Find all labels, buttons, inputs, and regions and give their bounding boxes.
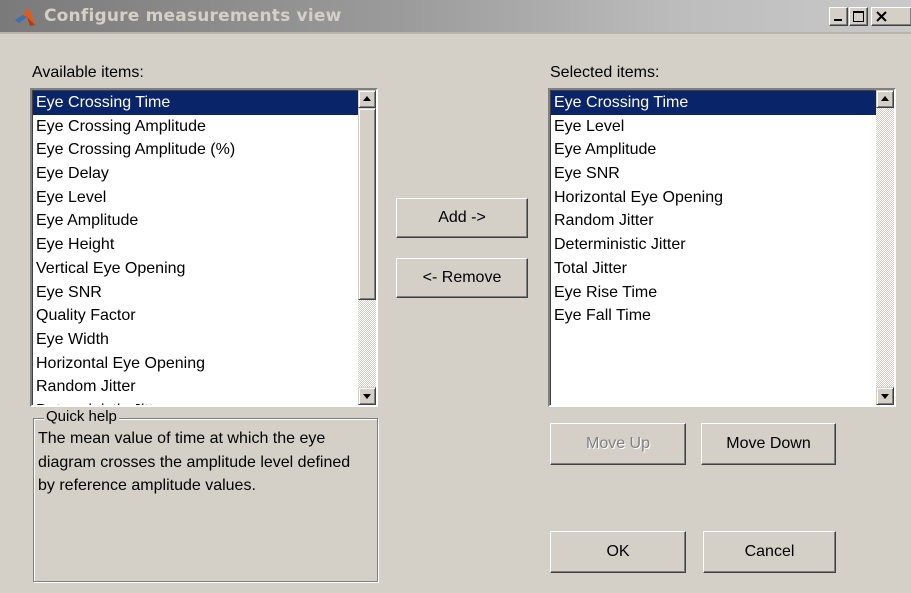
list-item[interactable]: Quality Factor [33, 304, 358, 328]
arrow-up-icon [363, 96, 371, 101]
selected-items-label: Selected items: [550, 64, 660, 81]
matlab-logo-icon [15, 8, 35, 26]
list-item[interactable]: Eye Level [33, 186, 358, 210]
maximize-icon [853, 11, 864, 22]
scroll-up-button[interactable] [876, 90, 894, 108]
scroll-up-button[interactable] [358, 90, 376, 108]
selected-items-list[interactable]: Eye Crossing Time Eye Level Eye Amplitude E… [548, 88, 896, 407]
list-item[interactable]: Horizontal Eye Opening [33, 352, 358, 376]
close-icon [876, 11, 887, 22]
list-item[interactable]: Horizontal Eye Opening [551, 186, 876, 210]
move-down-button[interactable]: Move Down [701, 423, 836, 465]
quick-help-title: Quick help [44, 408, 119, 425]
minimize-button[interactable] [829, 7, 848, 26]
ok-button[interactable]: OK [550, 531, 686, 573]
list-item[interactable]: Eye Level [551, 115, 876, 139]
list-item[interactable]: Eye Delay [33, 162, 358, 186]
list-item[interactable]: Eye Crossing Amplitude (%) [33, 138, 358, 162]
list-item[interactable]: Eye SNR [33, 281, 358, 305]
list-item[interactable]: Eye SNR [551, 162, 876, 186]
arrow-up-icon [881, 96, 889, 101]
quick-help-text: The mean value of time at which the eye … [38, 430, 351, 494]
remove-button[interactable]: <- Remove [396, 258, 528, 298]
list-item[interactable]: Eye Height [33, 233, 358, 257]
arrow-down-icon [881, 394, 889, 399]
list-item[interactable]: Eye Fall Time [551, 304, 876, 328]
list-item[interactable]: Eye Width [33, 328, 358, 352]
quick-help-group: Quick help The mean value of time at whi… [33, 408, 378, 582]
available-scrollbar[interactable] [358, 90, 376, 405]
list-item[interactable]: Eye Amplitude [33, 209, 358, 233]
add-button[interactable]: Add -> [396, 198, 528, 238]
title-bar[interactable]: Configure measurements view [0, 0, 911, 34]
arrow-down-icon [363, 394, 371, 399]
list-item[interactable]: Deterministic Jitter [33, 399, 358, 405]
available-items-list[interactable]: Eye Crossing Time Eye Crossing Amplitude E… [30, 88, 378, 407]
list-item[interactable]: Random Jitter [551, 209, 876, 233]
scroll-down-button[interactable] [358, 387, 376, 405]
maximize-button[interactable] [849, 7, 868, 26]
available-items-label: Available items: [32, 64, 144, 81]
list-item[interactable]: Vertical Eye Opening [33, 257, 358, 281]
list-item[interactable]: Random Jitter [33, 375, 358, 399]
scroll-thumb[interactable] [358, 108, 376, 300]
minimize-icon [834, 19, 842, 21]
scroll-down-button[interactable] [876, 387, 894, 405]
list-item[interactable]: Eye Crossing Amplitude [33, 115, 358, 139]
list-item[interactable]: Eye Amplitude [551, 138, 876, 162]
list-item[interactable]: Deterministic Jitter [551, 233, 876, 257]
move-up-button[interactable]: Move Up [550, 423, 686, 465]
window-title: Configure measurements view [44, 6, 342, 26]
close-button[interactable] [871, 7, 911, 26]
list-item[interactable]: Eye Crossing Time [33, 91, 358, 115]
list-item[interactable]: Eye Rise Time [551, 281, 876, 305]
list-item[interactable]: Total Jitter [551, 257, 876, 281]
list-item[interactable]: Eye Crossing Time [551, 91, 876, 115]
cancel-button[interactable]: Cancel [703, 531, 836, 573]
selected-scrollbar[interactable] [876, 90, 894, 405]
